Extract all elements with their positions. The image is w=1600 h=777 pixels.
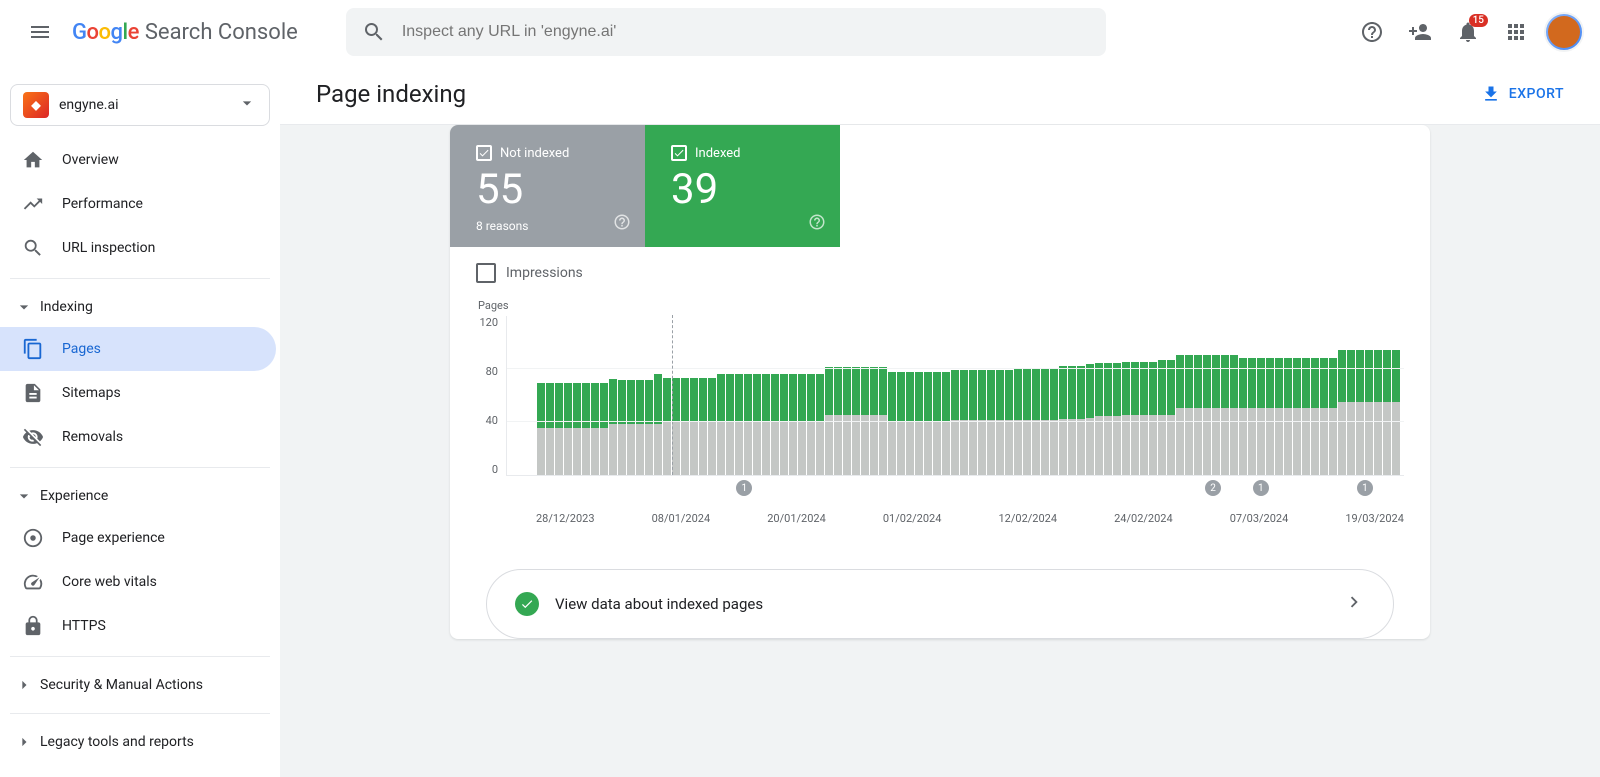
chart: Pages 12080400 1 2 1 1 28/12/202308/01/2024… [450,299,1430,545]
impressions-toggle[interactable]: Impressions [450,247,1430,299]
circle-icon [22,527,44,549]
search-icon [22,237,44,259]
nav-page-experience[interactable]: Page experience [0,516,276,560]
product-name: Search Console [145,20,298,45]
section-indexing[interactable]: Indexing [0,287,280,327]
section-legacy[interactable]: Legacy tools and reports [0,722,280,762]
y-axis: 12080400 [476,316,502,476]
event-marker[interactable]: 1 [1253,480,1269,496]
not-indexed-count: 55 [476,169,623,211]
property-selector[interactable]: ◆ engyne.ai [10,84,270,126]
topbar: Google Search Console 15 [0,0,1600,64]
checkbox-unchecked-icon [476,263,496,283]
chevron-down-icon [14,297,34,317]
x-axis: 28/12/202308/01/202420/01/202401/02/2024… [536,512,1404,525]
nav-core-web-vitals[interactable]: Core web vitals [0,560,276,604]
main-content: Page indexing EXPORT Not indexed 55 8 re… [280,64,1600,777]
event-markers: 1 2 1 1 [536,480,1404,500]
topbar-actions: 15 [1352,12,1584,52]
nav-removals[interactable]: Removals [0,415,276,459]
property-name: engyne.ai [59,97,227,113]
visibility-off-icon [22,426,44,448]
users-button[interactable] [1400,12,1440,52]
stat-indexed[interactable]: Indexed 39 [645,125,840,247]
property-icon: ◆ [23,92,49,118]
chart-ylabel: Pages [478,299,1404,312]
page-header: Page indexing EXPORT [280,64,1600,125]
notifications-button[interactable]: 15 [1448,12,1488,52]
nav-performance[interactable]: Performance [0,182,276,226]
search-input[interactable] [402,23,1090,41]
section-experience[interactable]: Experience [0,476,280,516]
not-indexed-reasons: 8 reasons [476,219,623,233]
help-icon[interactable] [808,213,826,235]
nav-https[interactable]: HTTPS [0,604,276,648]
nav-pages[interactable]: Pages [0,327,276,371]
sitemap-icon [22,382,44,404]
download-icon [1481,84,1501,104]
google-logo: Google [72,20,139,45]
help-icon[interactable] [613,213,631,235]
chevron-right-icon [14,675,34,695]
account-avatar[interactable] [1544,12,1584,52]
nav-overview[interactable]: Overview [0,138,276,182]
checkbox-checked-icon [671,145,687,161]
event-marker[interactable]: 1 [1357,480,1373,496]
main-menu-button[interactable] [16,8,64,56]
nav-url-inspection[interactable]: URL inspection [0,226,276,270]
chevron-down-icon [14,486,34,506]
chart-bars [506,316,1404,476]
checkbox-checked-icon [476,145,492,161]
chevron-right-icon [14,732,34,752]
help-button[interactable] [1352,12,1392,52]
indexed-count: 39 [671,169,818,211]
stat-tabs: Not indexed 55 8 reasons Indexed 39 [450,125,1430,247]
event-marker[interactable]: 2 [1205,480,1221,496]
success-icon [515,592,539,616]
notification-badge: 15 [1469,14,1488,27]
home-icon [22,149,44,171]
sidebar: ◆ engyne.ai Overview Performance URL ins… [0,64,280,777]
indexing-card: Not indexed 55 8 reasons Indexed 39 [450,125,1430,639]
url-inspect-search[interactable] [346,8,1106,56]
view-indexed-pages-link[interactable]: View data about indexed pages [486,569,1394,639]
speed-icon [22,571,44,593]
apps-button[interactable] [1496,12,1536,52]
pages-icon [22,338,44,360]
export-button[interactable]: EXPORT [1481,84,1564,104]
section-security[interactable]: Security & Manual Actions [0,665,280,705]
lock-icon [22,615,44,637]
product-logo: Google Search Console [72,20,298,45]
chevron-down-icon [237,93,257,117]
trending-icon [22,193,44,215]
search-icon [362,20,386,44]
chevron-right-icon [1343,591,1365,617]
nav-sitemaps[interactable]: Sitemaps [0,371,276,415]
stat-not-indexed[interactable]: Not indexed 55 8 reasons [450,125,645,247]
event-marker[interactable]: 1 [736,480,752,496]
page-title: Page indexing [316,80,466,108]
